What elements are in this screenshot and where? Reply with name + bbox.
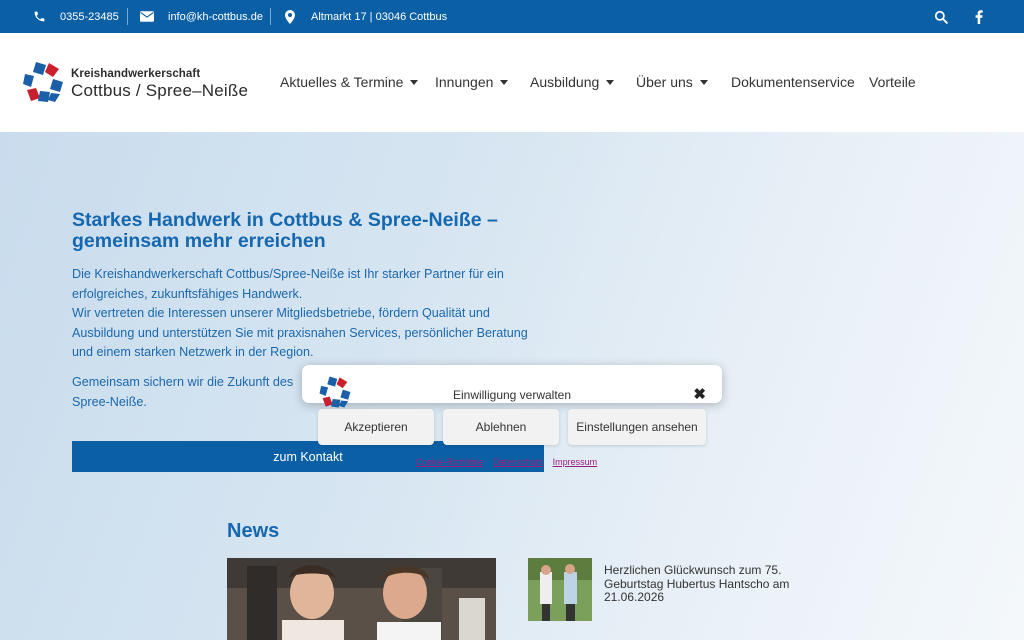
hero-intro: Die Kreishandwerkerschaft Cottbus/Spree-…	[72, 265, 547, 363]
site-header: Kreishandwerkerschaft Cottbus / Spree–Ne…	[0, 33, 1024, 132]
nav-item-ausbildung[interactable]: Ausbildung	[530, 74, 615, 90]
nav-item-label: Innungen	[435, 74, 494, 90]
news-heading: News	[227, 520, 280, 542]
nav-item-label: Dokumentenservice	[731, 74, 855, 90]
facebook-icon	[975, 9, 983, 24]
nav-item-label: Vorteile	[869, 74, 916, 90]
news-item-thumbnail[interactable]	[528, 558, 592, 621]
search-icon	[934, 10, 948, 24]
hero-closing-text-2: Spree-Neiße.	[72, 394, 147, 409]
hero-intro-text: Die Kreishandwerkerschaft Cottbus/Spree-…	[72, 267, 504, 301]
nav-item-ueber-uns[interactable]: Über uns	[636, 74, 708, 90]
hero-intro-text-2: Wir vertreten die Interessen unserer Mit…	[72, 306, 528, 360]
email-link[interactable]: info@kh-cottbus.de	[140, 0, 263, 33]
consent-links: Cookie-Richtlinie Datenschutz Impressum	[416, 457, 604, 467]
nav-item-label: Aktuelles & Termine	[280, 74, 404, 90]
nav-item-label: Ausbildung	[530, 74, 600, 90]
facebook-link[interactable]	[975, 0, 983, 33]
divider	[270, 8, 271, 25]
top-bar: 0355-23485 info@kh-cottbus.de Altmarkt 1…	[0, 0, 1024, 33]
cookie-policy-link[interactable]: Cookie-Richtlinie	[416, 457, 484, 467]
divider	[127, 8, 128, 25]
caret-down-icon	[500, 80, 509, 85]
nav-item-label: Über uns	[636, 74, 693, 90]
close-icon[interactable]: ✖	[693, 387, 706, 402]
phone-icon	[33, 10, 46, 23]
nav-item-innungen[interactable]: Innungen	[435, 74, 509, 90]
decline-button[interactable]: Ablehnen	[443, 409, 559, 445]
news-item-title[interactable]: Herzlichen Glückwunsch zum 75. Geburtsta…	[604, 563, 794, 605]
address-text: Altmarkt 17 | 03046 Cottbus	[311, 10, 448, 23]
news-featured-image[interactable]	[227, 558, 496, 640]
privacy-link[interactable]: Datenschutz	[493, 457, 543, 467]
news-featured-photo	[227, 558, 496, 640]
caret-down-icon	[410, 80, 419, 85]
imprint-link[interactable]: Impressum	[553, 457, 598, 467]
caret-down-icon	[606, 80, 615, 85]
view-settings-button[interactable]: Einstellungen ansehen	[568, 409, 706, 445]
nav-item-dokumentenservice[interactable]: Dokumentenservice	[731, 74, 855, 90]
map-pin-icon	[285, 9, 295, 24]
address-link[interactable]: Altmarkt 17 | 03046 Cottbus	[285, 0, 447, 33]
nav-item-aktuelles[interactable]: Aktuelles & Termine	[280, 74, 419, 90]
phone-number: 0355-23485	[60, 10, 119, 23]
main-navigation: Aktuelles & Termine Innungen Ausbildung …	[0, 33, 1024, 132]
accept-button[interactable]: Akzeptieren	[318, 409, 434, 445]
hero-closing-text: Gemeinsam sichern wir die Zukunft des	[72, 375, 294, 389]
email-address: info@kh-cottbus.de	[168, 10, 263, 23]
envelope-icon	[140, 11, 154, 22]
news-thumbnail-photo	[528, 558, 592, 621]
caret-down-icon	[699, 80, 708, 85]
phone-link[interactable]: 0355-23485	[33, 0, 119, 33]
nav-item-vorteile[interactable]: Vorteile	[869, 74, 916, 90]
hero-title: Starkes Handwerk in Cottbus & Spree-Neiß…	[72, 209, 498, 252]
search-button[interactable]	[934, 0, 948, 33]
cookie-consent-dialog: Einwilligung verwalten ✖	[302, 365, 722, 408]
consent-title: Einwilligung verwalten	[452, 388, 572, 402]
